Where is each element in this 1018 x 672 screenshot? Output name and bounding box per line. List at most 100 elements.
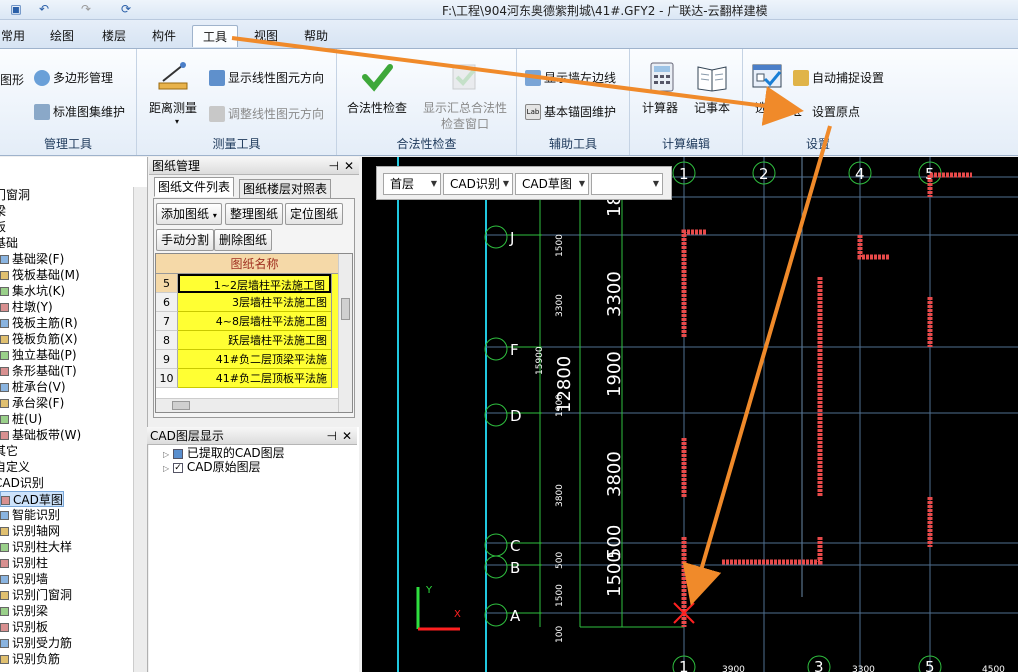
table-row[interactable]: 跃层墙柱平法施工图 [178, 331, 331, 350]
table-row[interactable]: 41#负二层顶梁平法施 [178, 350, 331, 369]
tab-view[interactable]: 视图 [246, 25, 286, 47]
expand-icon[interactable]: ▷ [163, 450, 169, 459]
tree-item[interactable]: 筏板主筋(R) [0, 315, 78, 331]
tree-item[interactable]: 识别门窗洞 [0, 587, 72, 603]
tree-scrollbar[interactable] [133, 187, 147, 672]
tree-item[interactable]: 条形基础(T) [0, 363, 77, 379]
dimension-text: 100 [555, 626, 565, 643]
tree-item[interactable]: 其它 [0, 443, 18, 459]
layer-item-original[interactable]: ▷ ✓ CAD原始图层 [163, 459, 261, 475]
tree-item[interactable]: 筏板负筋(X) [0, 331, 78, 347]
extra-select[interactable]: ▼ [591, 173, 663, 195]
tree-item[interactable]: 识别板 [0, 619, 48, 635]
tree-item[interactable]: 独立基础(P) [0, 347, 77, 363]
tree-item[interactable]: 识别柱 [0, 555, 48, 571]
tree-item[interactable]: 门窗洞 [0, 187, 30, 203]
redo-icon[interactable]: ↷ [78, 2, 94, 17]
auto-snap-settings-button[interactable]: 自动捕捉设置 [793, 69, 884, 86]
undo-icon[interactable]: ↶ [36, 2, 52, 17]
adjust-linear-direction-button[interactable]: 调整线性图元方向 [209, 105, 324, 122]
tree-item[interactable]: CAD识别 [0, 475, 44, 491]
checkbox-checked-icon[interactable]: ✓ [172, 462, 183, 473]
group-legality-check: 合法性检查 显示汇总合法性 检查窗口 合法性检查 [337, 49, 517, 155]
tab-component[interactable]: 构件 [144, 25, 184, 47]
legality-check-button[interactable]: 合法性检查 [347, 99, 407, 116]
calculator-button[interactable]: 计算器 [642, 99, 678, 116]
organize-drawing-button[interactable]: 整理图纸 [225, 203, 284, 225]
floor-select[interactable]: 首层 ▼ [383, 173, 441, 195]
save-icon[interactable]: ▣ [8, 2, 24, 17]
tree-item[interactable]: 柱墩(Y) [0, 299, 53, 315]
cad-canvas[interactable]: 1245135JFDCBA180033001900128003800150050… [362, 157, 1018, 672]
tree-item[interactable]: 集水坑(K) [0, 283, 65, 299]
delete-drawing-button[interactable]: 删除图纸 [214, 229, 273, 251]
expand-icon[interactable]: ▷ [163, 464, 169, 473]
tree-item[interactable]: 基础梁(F) [0, 251, 64, 267]
tree-item[interactable]: 承台梁(F) [0, 395, 64, 411]
add-drawing-button[interactable]: 添加图纸 ▾ [156, 203, 222, 225]
tree-item[interactable]: 识别轴网 [0, 523, 60, 539]
component-icon [0, 415, 9, 424]
tab-draw[interactable]: 绘图 [42, 25, 82, 47]
distance-measure-button[interactable]: 距离测量 [149, 99, 197, 116]
table-row[interactable]: 3层墙柱平法施工图 [178, 293, 331, 312]
tree-item[interactable]: 筏板基础(M) [0, 267, 80, 283]
summary-legality-window-button[interactable]: 显示汇总合法性 [423, 99, 507, 116]
dimension-text: 3300 [555, 294, 565, 317]
tab-common[interactable]: 常用 [0, 25, 26, 47]
table-h-scrollbar[interactable] [156, 398, 339, 412]
set-origin-button[interactable]: ⊾ 设置原点 [793, 103, 860, 120]
manual-split-button[interactable]: 手动分割 [156, 229, 215, 251]
tree-item[interactable]: 智能识别 [0, 507, 60, 523]
cad-drawing[interactable]: 1245135JFDCBA180033001900128003800150050… [362, 157, 1018, 672]
notepad-button[interactable]: 记事本 [694, 99, 730, 116]
options-button[interactable]: 选项 [755, 99, 779, 116]
tree-item[interactable]: 基础板带(W) [0, 427, 81, 443]
tree-item-label: 识别轴网 [12, 524, 61, 538]
anchorage-maintain-button[interactable]: Lab 基本锚固维护 [525, 103, 616, 120]
tree-item[interactable]: 桩承台(V) [0, 379, 66, 395]
refresh-icon[interactable]: ⟳ [118, 2, 134, 17]
tree-item[interactable]: 板 [0, 219, 6, 235]
wall-segment [722, 537, 823, 565]
chevron-down-icon[interactable]: ▾ [175, 117, 179, 126]
tree-item[interactable]: 识别梁 [0, 603, 48, 619]
tree-item[interactable]: 识别墙 [0, 571, 48, 587]
tree-item[interactable]: 基础 [0, 235, 18, 251]
tree-item[interactable]: 识别受力筋 [0, 635, 72, 651]
cad-mode-select[interactable]: CAD识别 ▼ [443, 173, 513, 195]
group-measure-tools: 距离测量 ▾ 显示线性图元方向 调整线性图元方向 测量工具 [137, 49, 337, 155]
tree-item[interactable]: 自定义 [0, 459, 30, 475]
checkbox-partial-icon[interactable] [172, 448, 183, 459]
show-wall-left-edge-button[interactable]: 显示墙左边线 [525, 69, 616, 86]
pin-icon[interactable]: ⊣ [329, 157, 339, 175]
cad-sub-select[interactable]: CAD草图 ▼ [515, 173, 589, 195]
tree-item[interactable]: 识别柱大样 [0, 539, 72, 555]
tree-item[interactable]: CAD草图 [0, 491, 64, 507]
table-row[interactable]: 1~2层墙柱平法施工图 [178, 274, 331, 293]
tree-item[interactable]: 梁 [0, 203, 6, 219]
locate-drawing-button[interactable]: 定位图纸 [285, 203, 344, 225]
table-v-scrollbar[interactable] [338, 254, 352, 412]
row-num-header [156, 254, 178, 274]
pin-icon[interactable]: ⊣ [327, 427, 337, 445]
axis-label: A [510, 607, 521, 625]
polygon-manage-button[interactable]: 多边形管理 [34, 69, 113, 86]
tab-drawing-file-list[interactable]: 图纸文件列表 [154, 177, 235, 197]
show-linear-direction-button[interactable]: 显示线性图元方向 [209, 69, 324, 86]
close-icon[interactable]: ✕ [342, 427, 352, 445]
tab-tools[interactable]: 工具 [192, 25, 238, 47]
tab-floor[interactable]: 楼层 [94, 25, 134, 47]
dimension-text: 3300 [604, 271, 625, 317]
shape-button[interactable]: 图形 [0, 71, 24, 88]
tree-item[interactable]: 桩(U) [0, 411, 42, 427]
notepad-icon [696, 61, 728, 93]
tab-help[interactable]: 帮助 [296, 25, 336, 47]
close-icon[interactable]: ✕ [344, 157, 354, 175]
atlas-maintain-button[interactable]: 标准图集维护 [34, 103, 125, 120]
tab-drawing-floor-map[interactable]: 图纸楼层对照表 [239, 179, 332, 199]
axis-bubble [484, 403, 508, 427]
table-row[interactable]: 4~8层墙柱平法施工图 [178, 312, 331, 331]
table-row[interactable]: 41#负二层顶板平法施 [178, 369, 331, 388]
tree-item[interactable]: 识别负筋 [0, 651, 60, 667]
